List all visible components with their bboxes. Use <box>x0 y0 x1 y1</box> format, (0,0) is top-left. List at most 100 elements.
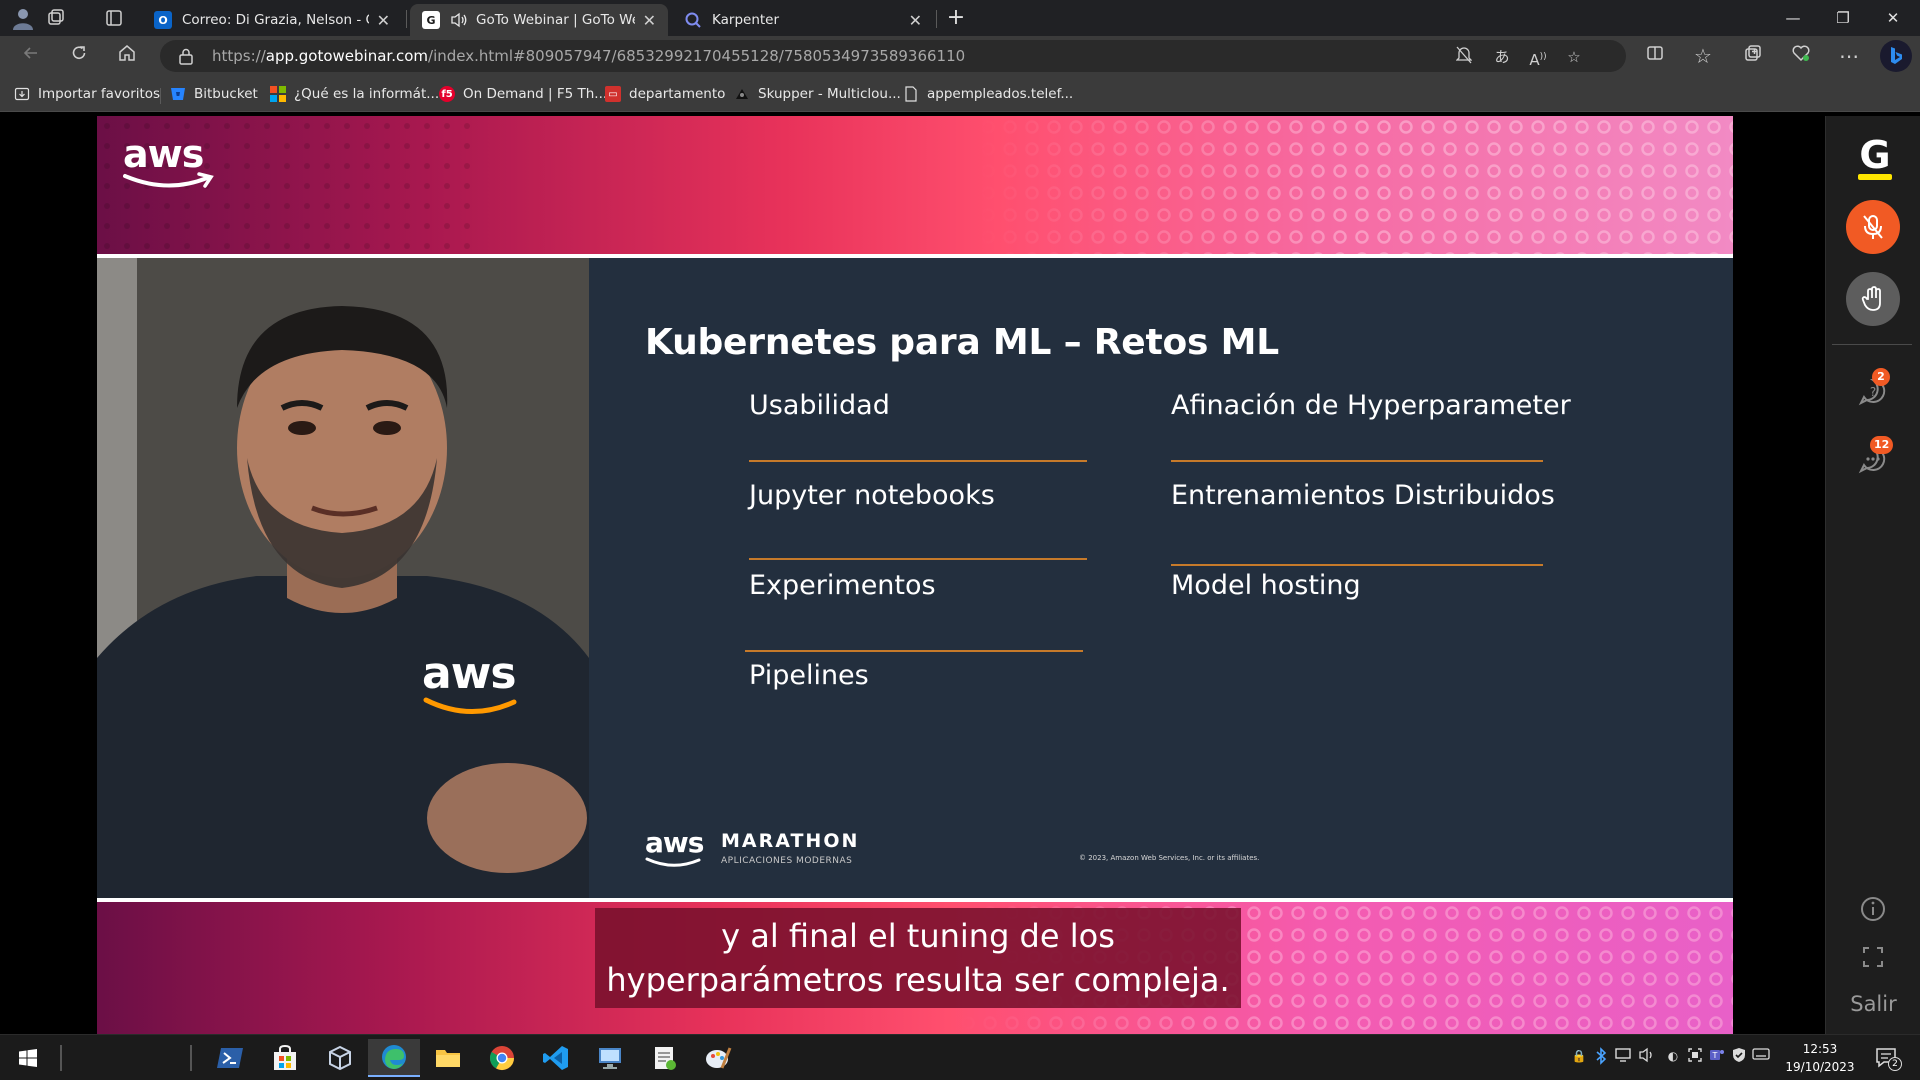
bluetooth-icon[interactable] <box>1592 1047 1610 1065</box>
lock-icon[interactable] <box>178 47 194 65</box>
close-tab-icon[interactable]: ✕ <box>909 11 922 30</box>
window-close-icon[interactable]: ✕ <box>1870 0 1916 36</box>
collections-icon[interactable] <box>1738 42 1768 70</box>
volume-icon[interactable] <box>1638 1047 1656 1065</box>
keyboard-icon[interactable] <box>1752 1047 1770 1065</box>
favorite-star-icon[interactable]: ☆ <box>1560 46 1588 68</box>
info-button[interactable] <box>1858 894 1888 924</box>
slide-header-band: aws <box>97 116 1733 254</box>
taskbar-search-divider <box>60 1045 62 1071</box>
tab-actions-icon[interactable] <box>104 8 124 28</box>
bookmark-label: Skupper - Multiclou... <box>758 86 901 102</box>
home-icon[interactable] <box>112 42 142 70</box>
start-button[interactable] <box>2 1039 54 1077</box>
slide-title: Kubernetes para ML – Retos ML <box>645 322 1279 363</box>
close-tab-icon[interactable]: ✕ <box>643 11 656 30</box>
read-aloud-icon[interactable]: A)) <box>1524 46 1552 69</box>
close-tab-icon[interactable]: ✕ <box>377 11 390 30</box>
security-shield-icon[interactable] <box>1730 1047 1748 1065</box>
restore-icon[interactable]: ❐ <box>1820 0 1866 36</box>
more-options-icon[interactable]: ⋯ <box>1834 42 1864 70</box>
tab-title: Correo: Di Grazia, Nelson - Outlo <box>182 12 369 28</box>
tab-separator <box>936 10 937 28</box>
favorites-icon[interactable]: ☆ <box>1688 42 1718 70</box>
folder-icon <box>436 1050 460 1067</box>
brand-subtitle: APLICACIONES MODERNAS <box>721 856 853 866</box>
svg-text:G: G <box>1859 134 1890 177</box>
sync-icon[interactable]: ◐ <box>1664 1047 1682 1065</box>
taskbar-chrome[interactable] <box>476 1039 528 1077</box>
workspaces-icon[interactable] <box>46 8 66 28</box>
translate-icon[interactable]: あ <box>1488 46 1516 68</box>
tracking-prevention-icon[interactable] <box>1450 46 1478 68</box>
raise-hand-button[interactable] <box>1846 272 1900 326</box>
microphone-button[interactable] <box>1846 200 1900 254</box>
bookmark-bitbucket[interactable]: Bitbucket <box>170 84 258 104</box>
taskbar-paint[interactable] <box>692 1039 744 1077</box>
address-bar[interactable]: https://app.gotowebinar.com/index.html#8… <box>160 40 1626 72</box>
bookmark-informatica[interactable]: ¿Qué es la informát... <box>270 84 439 104</box>
f5-icon: f5 <box>439 86 455 102</box>
bookmark-appempleados[interactable]: appempleados.telef... <box>903 84 1073 104</box>
taskbar-edge[interactable] <box>368 1039 420 1077</box>
browser-tab-bar: O Correo: Di Grazia, Nelson - Outlo ✕ G … <box>0 0 1920 36</box>
bookmark-label: appempleados.telef... <box>927 86 1074 102</box>
vpn-lock-icon[interactable]: 🔒 <box>1570 1047 1588 1065</box>
powershell-icon <box>217 1048 243 1068</box>
pdf-icon: ▭ <box>605 86 621 102</box>
topic-item: Experimentos <box>749 570 936 601</box>
shirt-smile-icon <box>423 697 517 714</box>
network-icon[interactable] <box>1614 1047 1632 1065</box>
taskbar-store[interactable] <box>259 1039 311 1077</box>
exit-button[interactable]: Salir <box>1826 992 1920 1016</box>
outlook-icon: O <box>154 11 172 29</box>
slide-content: aws Kubernetes para ML – Retos ML Usabil… <box>97 258 1733 898</box>
taskbar-vscode[interactable] <box>530 1039 582 1077</box>
display-icon[interactable] <box>1686 1047 1704 1065</box>
taskbar-notepad-plus[interactable] <box>638 1039 690 1077</box>
back-arrow-icon[interactable] <box>16 42 46 70</box>
taskbar-file-explorer[interactable] <box>422 1039 474 1077</box>
taskbar-remote-desktop[interactable] <box>584 1039 636 1077</box>
chat-button[interactable]: 12 <box>1858 436 1894 474</box>
bookmarks-bar: Importar favoritos Bitbucket ¿Qué es la … <box>0 76 1920 112</box>
profile-avatar-icon[interactable] <box>10 6 36 30</box>
tab-gotowebinar[interactable]: G GoTo Webinar | GoTo Webin ✕ <box>410 4 668 36</box>
chat-badge: 12 <box>1870 436 1894 454</box>
aws-logo-text: aws <box>123 132 204 176</box>
taskbar-powershell[interactable] <box>204 1039 256 1077</box>
bookmark-skupper[interactable]: Skupper - Multiclou... <box>734 84 901 104</box>
remote-desktop-icon <box>599 1048 621 1069</box>
bookmark-import[interactable]: Importar favoritos <box>14 84 160 104</box>
topic-item: Entrenamientos Distribuidos <box>1171 480 1555 511</box>
edge-icon <box>382 1045 406 1069</box>
notification-center-button[interactable]: 2 <box>1874 1045 1902 1071</box>
bookmark-label: Bitbucket <box>194 86 258 102</box>
tab-title: Karpenter <box>712 12 780 28</box>
bookmark-f5[interactable]: f5 On Demand | F5 Th... <box>439 84 607 104</box>
bing-copilot-icon[interactable] <box>1880 40 1912 72</box>
skupper-icon <box>734 86 750 102</box>
refresh-icon[interactable] <box>64 42 94 70</box>
browser-essentials-icon[interactable] <box>1786 42 1816 70</box>
topic-divider <box>749 460 1087 462</box>
taskbar-virtualbox[interactable] <box>314 1039 366 1077</box>
teams-icon[interactable]: T <box>1708 1047 1726 1065</box>
topic-item: Afinación de Hyperparameter <box>1171 390 1571 421</box>
goto-logo-icon: G <box>1858 134 1892 180</box>
new-tab-button[interactable]: + <box>942 4 970 32</box>
bookmark-label: departamento <box>629 86 726 102</box>
url-text[interactable]: https://app.gotowebinar.com/index.html#8… <box>212 47 965 65</box>
speaker-audio-icon[interactable] <box>450 12 468 28</box>
taskbar-clock[interactable]: 12:53 19/10/2023 <box>1780 1040 1860 1076</box>
topic-divider <box>1171 564 1543 566</box>
split-screen-icon[interactable] <box>1640 42 1670 70</box>
brand-aws-text: aws <box>645 826 704 859</box>
fullscreen-button[interactable] <box>1858 942 1888 972</box>
bookmark-departamento[interactable]: ▭ departamento <box>605 84 725 104</box>
questions-button[interactable]: ? 2 <box>1858 368 1890 406</box>
goto-control-rail: G ? 2 12 Salir <box>1825 116 1920 1034</box>
minimize-icon[interactable]: — <box>1770 0 1816 36</box>
tab-outlook[interactable]: O Correo: Di Grazia, Nelson - Outlo ✕ <box>142 4 402 36</box>
tab-karpenter[interactable]: Karpenter ✕ <box>672 4 934 36</box>
